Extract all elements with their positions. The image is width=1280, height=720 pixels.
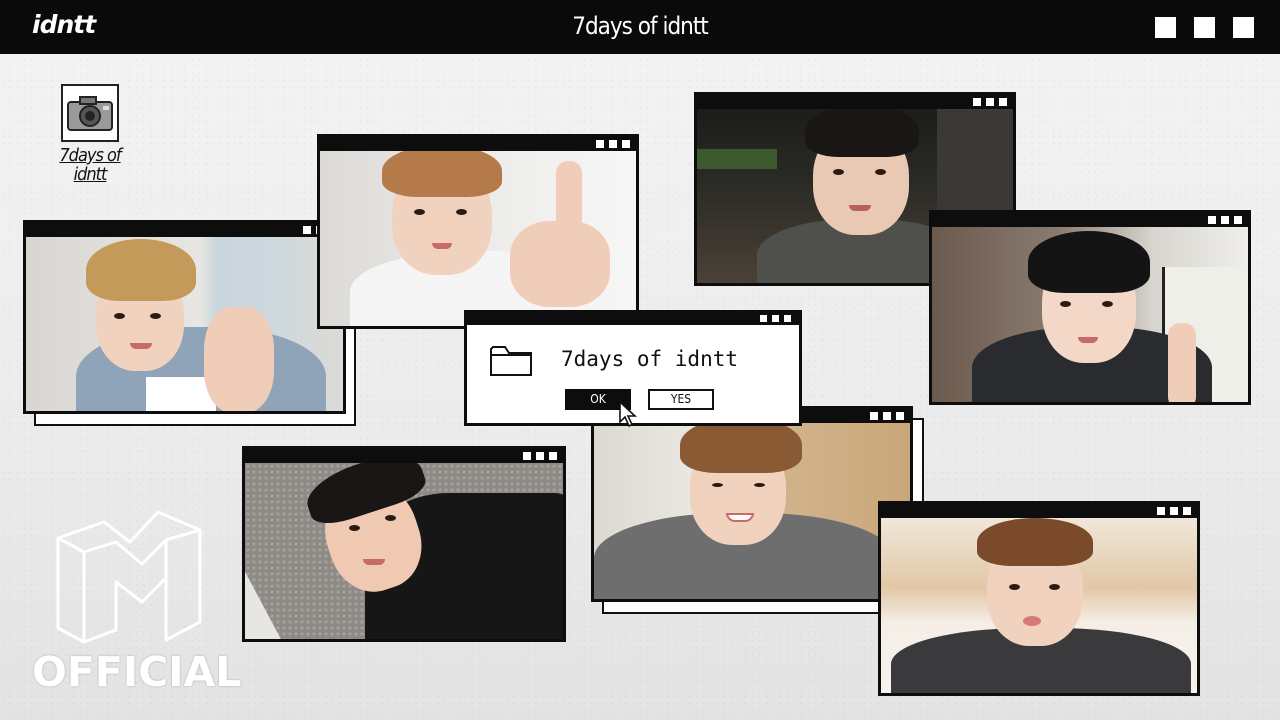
video-window-2[interactable] <box>317 134 639 329</box>
video-window-5[interactable] <box>242 446 566 642</box>
maximize-button[interactable] <box>1194 17 1215 38</box>
photo <box>245 463 563 639</box>
window-title: 7days of idntt <box>572 12 709 40</box>
desktop-shortcut[interactable]: 7days of idntt <box>48 84 132 184</box>
photo <box>932 227 1248 402</box>
shortcut-label: 7days of idntt <box>48 146 132 184</box>
window-controls <box>1155 17 1254 38</box>
shortcut-label-line2: idntt <box>73 164 108 185</box>
photo <box>320 151 636 326</box>
yes-button[interactable]: YES <box>648 389 714 410</box>
video-window-1[interactable] <box>23 220 346 414</box>
photo <box>594 423 910 599</box>
video-window-4[interactable] <box>929 210 1251 405</box>
dialog-title: 7days of idntt <box>561 347 739 371</box>
photo <box>26 237 343 411</box>
message-dialog: 7days of idntt OK YES <box>464 310 802 428</box>
mouse-pointer-icon <box>619 400 639 431</box>
folder-icon <box>489 343 533 381</box>
minimize-button[interactable] <box>1155 17 1176 38</box>
title-bar: idntt 7days of idntt <box>0 0 1280 54</box>
photo <box>881 518 1197 693</box>
close-button[interactable] <box>1233 17 1254 38</box>
camera-icon <box>61 84 119 142</box>
video-window-7[interactable] <box>878 501 1200 696</box>
official-wordmark: OFFICIAL <box>32 648 242 696</box>
video-window-6[interactable] <box>591 406 913 602</box>
shortcut-label-line1: 7days of <box>59 145 121 166</box>
official-logo-icon <box>54 508 204 648</box>
